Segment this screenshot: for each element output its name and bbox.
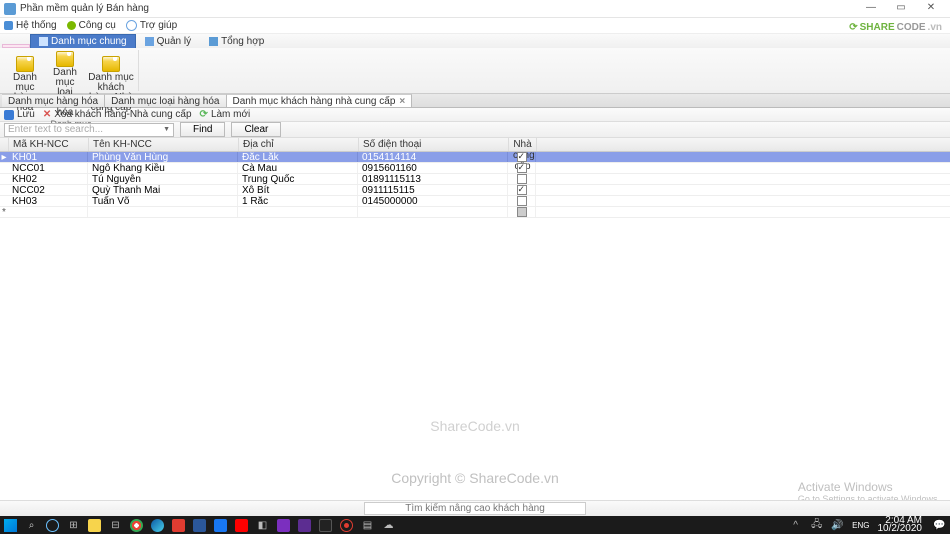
checkbox-icon[interactable]: [517, 207, 527, 217]
app-icon-3[interactable]: [277, 519, 290, 532]
menu-congcu[interactable]: Công cụ: [67, 20, 116, 31]
start-button[interactable]: [4, 519, 17, 532]
checkbox-icon[interactable]: [517, 185, 527, 195]
status-text: Tìm kiếm nâng cao khách hàng: [364, 502, 586, 515]
folder-icon: [16, 56, 34, 72]
grid-icon: [39, 37, 48, 46]
ribbon-tab-strip: Danh mục chung Quản lý Tổng hợp: [0, 34, 950, 48]
doc-tab-khachhang[interactable]: Danh mục khách hàng nhà cung cấp×: [227, 94, 413, 107]
col-diachi[interactable]: Địa chỉ: [239, 138, 359, 151]
tray-up-icon[interactable]: ^: [789, 519, 802, 532]
search-input[interactable]: Enter text to search...▼: [4, 123, 174, 137]
close-button[interactable]: ✕: [916, 1, 946, 17]
facebook-icon[interactable]: [214, 519, 227, 532]
checkbox-icon[interactable]: [517, 163, 527, 173]
grid-body: ▸KH01Phùng Văn HùngĐắc Lắk0154114114NCC0…: [0, 152, 950, 207]
col-ncc[interactable]: Nhà cung cấp: [509, 138, 537, 151]
menu-hethong[interactable]: Hệ thống: [4, 20, 57, 31]
explorer-icon[interactable]: [88, 519, 101, 532]
language-indicator[interactable]: ENG: [852, 521, 869, 530]
col-ma[interactable]: Mã KH-NCC: [9, 138, 89, 151]
watermark-center: ShareCode.vn: [0, 418, 950, 434]
search-bar: Enter text to search...▼ Find Clear: [0, 122, 950, 138]
cortana-icon[interactable]: [46, 519, 59, 532]
ribbon-tab-danhmucchung[interactable]: Danh mục chung: [30, 34, 136, 48]
checkbox-icon[interactable]: [517, 196, 527, 206]
menu-trogiup[interactable]: Trợ giúp: [126, 20, 177, 31]
notification-icon[interactable]: 💬: [933, 519, 946, 532]
folder-icon: [56, 51, 74, 67]
menu-bar: Hệ thống Công cụ Trợ giúp: [0, 18, 950, 34]
find-button[interactable]: Find: [180, 122, 225, 137]
action-toolbar: Lưu Xóa khách hàng-Nhà cung cấp Làm mới: [0, 108, 950, 122]
table-row[interactable]: KH02Tú NguyễnTrung Quốc01891115113: [0, 174, 950, 185]
visualstudio-icon[interactable]: [298, 519, 311, 532]
save-button[interactable]: Lưu: [4, 109, 35, 120]
col-ten[interactable]: Tên KH-NCC: [89, 138, 239, 151]
new-row[interactable]: *: [0, 207, 950, 218]
doc-tab-hanghoa[interactable]: Danh mục hàng hóa: [2, 94, 105, 107]
table-row[interactable]: NCC01Ngô Khang KiềuCà Mau0915601160: [0, 163, 950, 174]
app-icon-2[interactable]: ◧: [256, 519, 269, 532]
search-icon[interactable]: ⌕: [25, 519, 38, 532]
refresh-button[interactable]: Làm mới: [200, 109, 251, 120]
folder-icon: [102, 56, 120, 72]
word-icon[interactable]: [193, 519, 206, 532]
taskbar: ⌕ ⊞ ⊟ ◧ ▤ ☁ ^ 🖧 🔊 ENG 2:04 AM 10/2/2020 …: [0, 516, 950, 534]
document-tabs: Danh mục hàng hóa Danh mục loại hàng hóa…: [0, 94, 950, 108]
clear-button[interactable]: Clear: [231, 122, 281, 137]
edge-icon[interactable]: [151, 519, 164, 532]
maximize-button[interactable]: ▭: [886, 1, 916, 17]
taskview-icon[interactable]: ⊞: [67, 519, 80, 532]
table-row[interactable]: KH03Tuấn Võ1 Rắc0145000000: [0, 196, 950, 207]
window-title: Phần mềm quản lý Bán hàng: [20, 3, 856, 14]
ribbon-tab-quanly[interactable]: Quản lý: [136, 34, 200, 48]
volume-icon[interactable]: 🔊: [831, 519, 844, 532]
clock[interactable]: 2:04 AM 10/2/2020: [878, 517, 926, 533]
col-sdt[interactable]: Số điện thoại: [359, 138, 509, 151]
close-tab-icon[interactable]: ×: [399, 96, 405, 107]
title-bar: Phần mềm quản lý Bán hàng — ▭ ✕: [0, 0, 950, 18]
network-icon[interactable]: 🖧: [810, 519, 823, 532]
table-row[interactable]: NCC02Quỳ Thanh MaiXô Bít0911115115: [0, 185, 950, 196]
record-icon[interactable]: [340, 519, 353, 532]
watermark-logo: ⟳SHARECODE.vn: [849, 22, 942, 33]
app-icon-5[interactable]: ▤: [361, 519, 374, 532]
minimize-button[interactable]: —: [856, 1, 886, 17]
youtube-icon[interactable]: [235, 519, 248, 532]
doc-tab-loaihanghoa[interactable]: Danh mục loại hàng hóa: [105, 94, 226, 107]
app-icon-4[interactable]: [319, 519, 332, 532]
app-icon-1[interactable]: [172, 519, 185, 532]
ribbon-tab-blank[interactable]: [2, 44, 30, 48]
table-row[interactable]: ▸KH01Phùng Văn HùngĐắc Lắk0154114114: [0, 152, 950, 163]
checkbox-icon[interactable]: [517, 152, 527, 162]
ribbon-group-danhmuc: Danh mục hàng hóa Danh mục loại hàng hóa…: [4, 50, 139, 91]
app-icon-6[interactable]: ☁: [382, 519, 395, 532]
checkbox-icon[interactable]: [517, 174, 527, 184]
delete-button[interactable]: Xóa khách hàng-Nhà cung cấp: [43, 109, 192, 120]
store-icon[interactable]: ⊟: [109, 519, 122, 532]
ribbon: Danh mục hàng hóa Danh mục loại hàng hóa…: [0, 48, 950, 94]
dropdown-icon[interactable]: ▼: [163, 126, 170, 133]
chrome-icon[interactable]: [130, 519, 143, 532]
status-bar: Tìm kiếm nâng cao khách hàng: [0, 500, 950, 516]
app-icon: [4, 3, 16, 15]
ribbon-tab-tonghop[interactable]: Tổng hợp: [200, 34, 273, 48]
grid-header: Mã KH-NCC Tên KH-NCC Địa chỉ Số điện tho…: [0, 138, 950, 152]
